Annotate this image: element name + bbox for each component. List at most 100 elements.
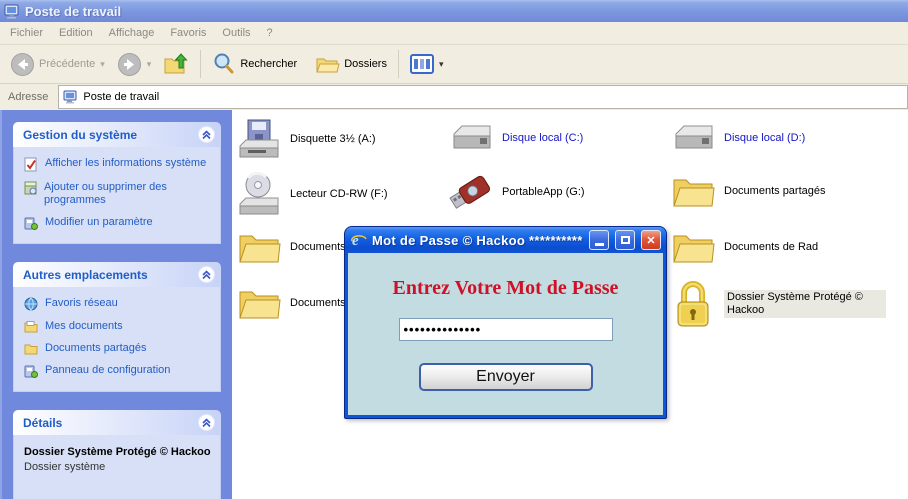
file-item-label: Documents de Rad xyxy=(724,241,818,254)
collapse-chevron-icon[interactable] xyxy=(198,414,215,431)
file-item-documents-2[interactable]: Documents xyxy=(236,284,346,322)
panel-header-system-tasks[interactable]: Gestion du système xyxy=(13,122,221,147)
folder-icon xyxy=(670,172,716,210)
file-item-disk-d[interactable]: Disque local (D:) xyxy=(670,118,805,158)
file-item-protected-folder[interactable]: Dossier Système Protégé © Hackoo xyxy=(670,280,886,328)
minimize-icon xyxy=(595,243,604,246)
file-item-shared-documents[interactable]: Documents partagés xyxy=(670,172,826,210)
file-item-label: Dossier Système Protégé © Hackoo xyxy=(724,290,886,318)
title-bar: Poste de travail xyxy=(0,0,908,22)
folders-button[interactable]: Dossiers xyxy=(311,51,391,77)
panel-header-details[interactable]: Détails xyxy=(13,410,221,435)
usb-drive-icon xyxy=(448,172,494,212)
address-label: Adresse xyxy=(0,84,58,110)
padlock-icon xyxy=(672,280,714,328)
address-bar: Adresse Poste de travail xyxy=(0,84,908,110)
change-setting-icon xyxy=(24,216,38,231)
panel-title: Détails xyxy=(23,416,62,430)
views-dropdown-caret[interactable]: ▾ xyxy=(439,59,444,70)
my-computer-icon xyxy=(63,90,78,104)
back-dropdown-caret[interactable]: ▾ xyxy=(100,59,105,70)
menu-help[interactable]: ? xyxy=(265,24,285,42)
file-item-cdrw-f[interactable]: Lecteur CD-RW (F:) xyxy=(236,172,388,216)
file-item-documents-1[interactable]: Documents xyxy=(236,228,346,266)
collapse-chevron-icon[interactable] xyxy=(198,266,215,283)
sidebar-item-change-setting[interactable]: Modifier un paramètre xyxy=(24,216,212,231)
file-item-label: Lecteur CD-RW (F:) xyxy=(290,188,388,201)
file-item-documents-de-rad[interactable]: Documents de Rad xyxy=(670,228,818,266)
shared-documents-icon xyxy=(24,342,38,355)
window-title: Poste de travail xyxy=(25,4,121,19)
file-item-label: Disque local (D:) xyxy=(724,132,805,145)
sidebar-item-control-panel[interactable]: Panneau de configuration xyxy=(24,364,212,379)
file-list-area: Disquette 3½ (A:) Disque local (C:) xyxy=(232,110,908,499)
folder-icon xyxy=(670,228,716,266)
menu-favoris[interactable]: Favoris xyxy=(168,24,218,42)
maximize-button[interactable] xyxy=(615,230,635,250)
file-item-label: Disque local (C:) xyxy=(502,132,583,145)
panel-body: Dossier Système Protégé © Hackoo Dossier… xyxy=(13,435,221,499)
menu-outils[interactable]: Outils xyxy=(220,24,262,42)
password-dialog: e Mot de Passe © Hackoo **********... ✕ … xyxy=(344,226,667,419)
back-button[interactable]: Précédente ▾ xyxy=(6,50,113,79)
file-item-label: Documents partagés xyxy=(724,185,826,198)
file-item-label: Documents xyxy=(290,297,346,310)
toolbar: Précédente ▾ ▾ Rechercher xyxy=(0,45,908,84)
search-icon xyxy=(212,52,236,76)
dialog-body: Entrez Votre Mot de Passe Envoyer xyxy=(348,253,663,415)
sidebar-item-label: Ajouter ou supprimer des programmes xyxy=(44,181,212,207)
password-input[interactable] xyxy=(399,318,613,341)
hard-drive-icon xyxy=(670,118,716,158)
dialog-title: Mot de Passe © Hackoo **********... xyxy=(372,233,583,248)
folders-label: Dossiers xyxy=(344,58,387,70)
sidebar-item-label: Panneau de configuration xyxy=(45,364,170,379)
explorer-window: Poste de travail Fichier Edition Afficha… xyxy=(0,0,908,499)
sidebar-item-system-info[interactable]: Afficher les informations système xyxy=(24,157,212,172)
sidebar-item-label: Mes documents xyxy=(45,320,123,333)
file-item-floppy-a[interactable]: Disquette 3½ (A:) xyxy=(236,118,376,160)
panel-body: Afficher les informations système Ajoute… xyxy=(13,147,221,244)
panel-body: Favoris réseau Mes documents Docume xyxy=(13,287,221,392)
panel-header-other-places[interactable]: Autres emplacements xyxy=(13,262,221,287)
add-remove-programs-icon xyxy=(24,181,37,196)
dialog-title-bar[interactable]: e Mot de Passe © Hackoo **********... ✕ xyxy=(345,227,666,253)
views-button[interactable]: ▾ xyxy=(406,52,452,76)
search-button[interactable]: Rechercher xyxy=(208,50,301,78)
sidebar-item-my-documents[interactable]: Mes documents xyxy=(24,320,212,333)
address-value: Poste de travail xyxy=(83,91,159,103)
forward-icon xyxy=(117,52,142,77)
file-item-label: Disquette 3½ (A:) xyxy=(290,133,376,146)
hard-drive-icon xyxy=(448,118,494,158)
internet-explorer-icon: e xyxy=(351,232,367,248)
back-icon xyxy=(10,52,35,77)
menu-fichier[interactable]: Fichier xyxy=(8,24,55,42)
menu-affichage[interactable]: Affichage xyxy=(107,24,167,42)
file-item-label: Documents xyxy=(290,241,346,254)
file-item-disk-c[interactable]: Disque local (C:) xyxy=(448,118,583,158)
control-panel-icon xyxy=(24,364,38,379)
my-documents-icon xyxy=(24,320,38,333)
forward-button[interactable]: ▾ xyxy=(113,50,160,79)
folder-icon xyxy=(236,228,282,266)
forward-dropdown-caret[interactable]: ▾ xyxy=(147,59,152,70)
toolbar-separator xyxy=(398,50,399,78)
file-item-portableapp-g[interactable]: PortableApp (G:) xyxy=(448,172,585,212)
close-button[interactable]: ✕ xyxy=(641,230,661,250)
sidebar-item-shared-documents[interactable]: Documents partagés xyxy=(24,342,212,355)
sidebar-item-network[interactable]: Favoris réseau xyxy=(24,297,212,311)
sidebar-item-add-remove-programs[interactable]: Ajouter ou supprimer des programmes xyxy=(24,181,212,207)
address-field[interactable]: Poste de travail xyxy=(58,85,908,109)
up-button[interactable] xyxy=(159,50,193,78)
panel-details: Détails Dossier Système Protégé © Hackoo… xyxy=(13,410,221,499)
details-item-type: Dossier système xyxy=(24,461,212,473)
sidebar-item-label: Favoris réseau xyxy=(45,297,118,311)
content-area: Gestion du système Afficher les informat… xyxy=(0,110,908,499)
back-label: Précédente xyxy=(39,58,95,70)
menu-edition[interactable]: Edition xyxy=(57,24,105,42)
search-label: Rechercher xyxy=(240,58,297,70)
panel-title: Gestion du système xyxy=(23,128,137,142)
submit-button[interactable]: Envoyer xyxy=(419,363,593,391)
toolbar-separator xyxy=(200,50,201,78)
minimize-button[interactable] xyxy=(589,230,609,250)
collapse-chevron-icon[interactable] xyxy=(198,126,215,143)
